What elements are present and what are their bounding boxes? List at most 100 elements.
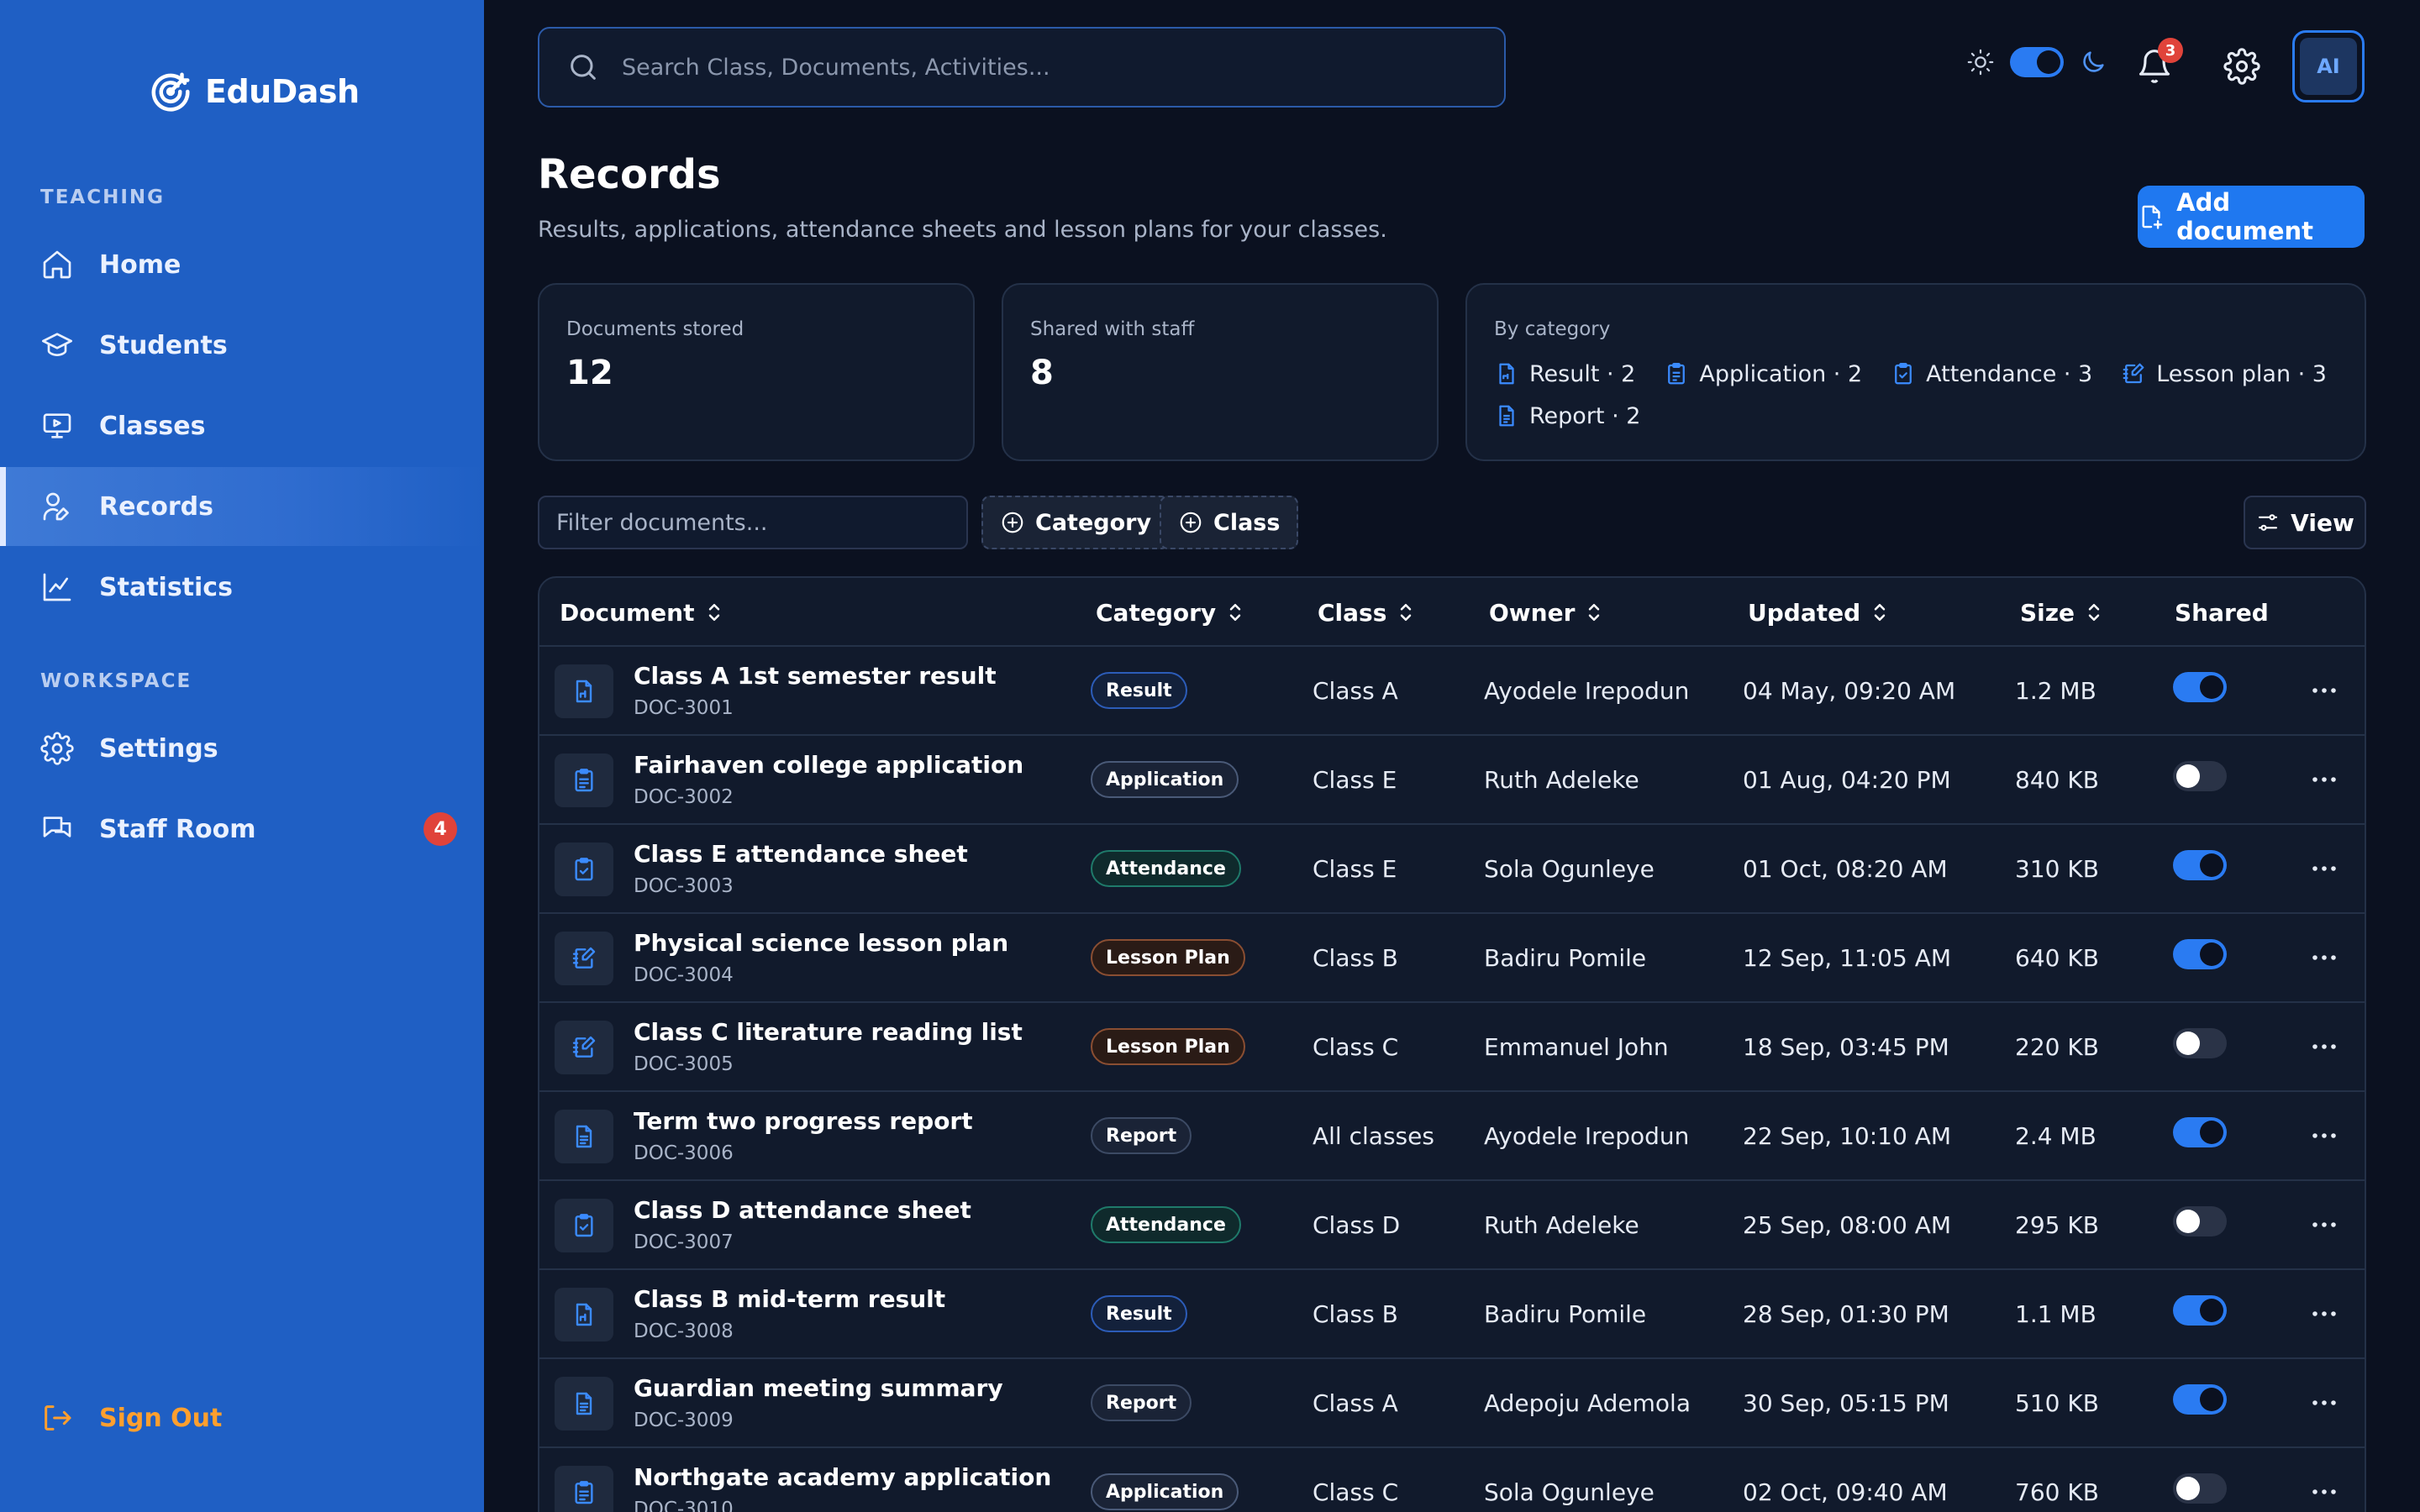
filter-documents-input[interactable]	[538, 496, 968, 549]
document-name[interactable]: Class A 1st semester result	[634, 662, 997, 690]
sidebar-item-classes[interactable]: Classes	[0, 386, 484, 465]
table-row[interactable]: Physical science lesson plan DOC-3004 Less…	[539, 914, 2365, 1003]
clipboard-check-icon	[575, 858, 593, 881]
category-badge: Application	[1091, 761, 1239, 798]
table-row[interactable]: Northgate academy application DOC-3010 App…	[539, 1448, 2365, 1512]
shared-toggle[interactable]	[2173, 1028, 2227, 1058]
document-name[interactable]: Class D attendance sheet	[634, 1196, 971, 1224]
sidebar-item-home[interactable]: Home	[0, 225, 484, 304]
document-icon-tile	[555, 932, 613, 985]
sign-out-button[interactable]: Sign Out	[40, 1401, 222, 1435]
table-row[interactable]: Fairhaven college application DOC-3002 App…	[539, 736, 2365, 825]
document-name[interactable]: Fairhaven college application	[634, 751, 1023, 779]
clipboard-list-icon	[575, 1481, 593, 1504]
column-header-label: Size	[2020, 598, 2075, 627]
shared-toggle[interactable]	[2173, 1473, 2227, 1504]
category-summary-label: Lesson plan · 3	[2156, 360, 2327, 387]
sidebar: EduDash TEACHING Home Students Classes R…	[0, 0, 484, 1512]
table-row[interactable]: Class E attendance sheet DOC-3003 Attendan…	[539, 825, 2365, 914]
sidebar-item-label: Students	[99, 330, 228, 360]
row-actions-button[interactable]	[2306, 1295, 2343, 1332]
document-id: DOC-3007	[634, 1231, 734, 1253]
sidebar-item-settings[interactable]: Settings	[0, 709, 484, 788]
row-actions-button[interactable]	[2306, 1117, 2343, 1154]
shared-toggle[interactable]	[2173, 1384, 2227, 1415]
row-actions-button[interactable]	[2306, 939, 2343, 976]
table-row[interactable]: Class C literature reading list DOC-3005 L…	[539, 1003, 2365, 1092]
row-actions-button[interactable]	[2306, 761, 2343, 798]
shared-toggle[interactable]	[2173, 1117, 2227, 1147]
user-avatar[interactable]: AI	[2292, 30, 2365, 102]
column-header-size[interactable]: Size	[2020, 578, 2103, 647]
size-cell: 1.1 MB	[2015, 1299, 2096, 1328]
row-actions-button[interactable]	[2306, 1028, 2343, 1065]
document-name[interactable]: Class E attendance sheet	[634, 840, 968, 868]
card-label: Documents stored	[566, 318, 744, 340]
category-badge: Lesson Plan	[1091, 939, 1245, 976]
notifications-button[interactable]: 3	[2131, 38, 2183, 90]
class-filter-chip[interactable]: Class	[1160, 496, 1299, 549]
toggle-knob	[2200, 1388, 2223, 1411]
table-row[interactable]: Class D attendance sheet DOC-3007 Attendan…	[539, 1181, 2365, 1270]
document-name[interactable]: Class B mid-term result	[634, 1285, 945, 1313]
settings-button[interactable]	[2218, 43, 2265, 90]
column-header-document[interactable]: Document	[560, 578, 723, 647]
more-horizontal-icon	[2312, 1489, 2336, 1494]
document-name[interactable]: Guardian meeting summary	[634, 1374, 1003, 1402]
row-actions-button[interactable]	[2306, 672, 2343, 709]
sidebar-item-records[interactable]: Records	[0, 467, 484, 546]
column-header-category[interactable]: Category	[1096, 578, 1244, 647]
table-row[interactable]: Class A 1st semester result DOC-3001 Resul…	[539, 647, 2365, 736]
sidebar-item-staff-room[interactable]: Staff Room 4	[0, 790, 484, 869]
clipboard-check-icon	[575, 1214, 593, 1237]
sort-icon	[1229, 604, 1241, 621]
document-name[interactable]: Physical science lesson plan	[634, 929, 1008, 957]
shared-toggle[interactable]	[2173, 939, 2227, 969]
category-filter-chip[interactable]: Category	[981, 496, 1171, 549]
document-id: DOC-3003	[634, 875, 734, 897]
category-summary-report: Report · 2	[1494, 401, 1640, 431]
app-logo[interactable]: EduDash	[148, 66, 360, 118]
row-actions-button[interactable]	[2306, 1384, 2343, 1421]
document-name[interactable]: Class C literature reading list	[634, 1018, 1023, 1046]
sun-icon	[1967, 49, 1994, 76]
add-document-button[interactable]: Add document	[2138, 186, 2365, 248]
search-input[interactable]	[622, 54, 1462, 81]
staff-room-badge: 4	[424, 812, 457, 846]
category-summary-lesson-plan: Lesson plan · 3	[2121, 359, 2327, 389]
category-cell: Application	[1091, 736, 1239, 823]
more-horizontal-icon	[2312, 1311, 2336, 1316]
row-actions-button[interactable]	[2306, 850, 2343, 887]
shared-toggle[interactable]	[2173, 1206, 2227, 1236]
table-row[interactable]: Class B mid-term result DOC-3008 Result Cla…	[539, 1270, 2365, 1359]
column-header-updated[interactable]: Updated	[1748, 578, 1889, 647]
shared-toggle[interactable]	[2173, 761, 2227, 791]
sidebar-item-label: Classes	[99, 411, 206, 441]
document-id: DOC-3002	[634, 786, 734, 808]
shared-toggle[interactable]	[2173, 1295, 2227, 1326]
row-actions-button[interactable]	[2306, 1206, 2343, 1243]
sidebar-item-label: Statistics	[99, 572, 233, 602]
shared-toggle[interactable]	[2173, 850, 2227, 880]
presentation-icon	[43, 413, 71, 438]
view-label: View	[2291, 508, 2354, 537]
dark-mode-switch[interactable]	[2010, 47, 2064, 77]
updated-cell: 25 Sep, 08:00 AM	[1743, 1210, 1952, 1239]
logout-icon	[45, 1405, 71, 1431]
table-row[interactable]: Term two progress report DOC-3006 Report Al…	[539, 1092, 2365, 1181]
sidebar-item-students[interactable]: Students	[0, 306, 484, 385]
table-row[interactable]: Guardian meeting summary DOC-3009 Report Cl…	[539, 1359, 2365, 1448]
document-name[interactable]: Term two progress report	[634, 1107, 973, 1135]
theme-toggle[interactable]	[1966, 47, 2107, 77]
search-bar[interactable]	[538, 27, 1506, 108]
avatar-initials: AI	[2300, 38, 2357, 95]
view-options-button[interactable]: View	[2244, 496, 2366, 549]
document-name[interactable]: Northgate academy application	[634, 1463, 1051, 1491]
shared-toggle[interactable]	[2173, 672, 2227, 702]
file-report-icon	[576, 1125, 592, 1148]
sidebar-item-statistics[interactable]: Statistics	[0, 548, 484, 627]
column-header-owner[interactable]: Owner	[1489, 578, 1603, 647]
row-actions-button[interactable]	[2306, 1473, 2343, 1510]
category-badge: Lesson Plan	[1091, 1028, 1245, 1065]
column-header-class[interactable]: Class	[1318, 578, 1415, 647]
